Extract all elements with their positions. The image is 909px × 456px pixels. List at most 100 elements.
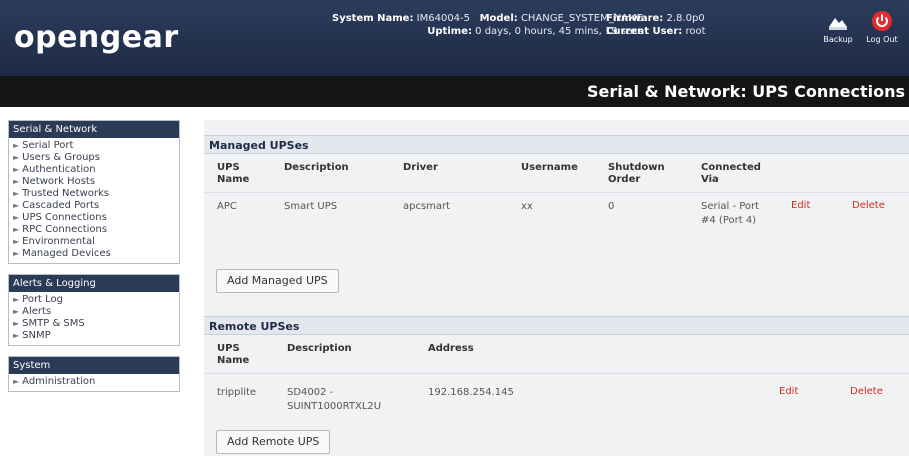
backup-label: Backup	[823, 35, 853, 44]
col-ups-name: UPS Name	[217, 162, 250, 185]
remote-upses-header: Remote UPSes	[204, 316, 909, 335]
sidebar-item-label: Alerts	[22, 306, 52, 317]
model-label: Model:	[479, 13, 518, 24]
nav-section-title: Serial & Network	[9, 121, 179, 138]
opengear-logo[interactable]: opengear	[14, 20, 179, 55]
add-managed-ups-button[interactable]: Add Managed UPS	[216, 269, 339, 293]
driver-cell: apcsmart	[403, 201, 451, 212]
delete-link[interactable]: Delete	[850, 386, 883, 397]
bullet-icon: ►	[13, 177, 20, 186]
bullet-icon: ►	[13, 141, 20, 150]
description-cell: Smart UPS	[284, 201, 338, 212]
sidebar-item-label: Managed Devices	[22, 248, 111, 259]
shutdown-order-cell: 0	[608, 201, 615, 212]
firmware-label: Firmware:	[606, 13, 664, 24]
bullet-icon: ►	[13, 237, 20, 246]
sidebar-item-serial-port[interactable]: ► Serial Port	[13, 140, 175, 152]
bullet-icon: ►	[13, 225, 20, 234]
col-username: Username	[521, 162, 578, 173]
sidebar-item-administration[interactable]: ► Administration	[13, 376, 175, 388]
bullet-icon: ►	[13, 213, 20, 222]
bullet-icon: ►	[13, 153, 20, 162]
bullet-icon: ►	[13, 249, 20, 258]
row-divider	[204, 192, 909, 193]
sidebar-item-label: Network Hosts	[22, 176, 96, 187]
firmware-info: Firmware: 2.8.0p0 Current User: root	[606, 12, 706, 38]
col-ups-name: UPS Name	[217, 343, 250, 366]
sidebar-item-network-hosts[interactable]: ► Network Hosts	[13, 176, 175, 188]
col-connected-via: Connected Via	[701, 162, 761, 185]
uptime-label: Uptime:	[427, 26, 472, 37]
sidebar-item-label: Serial Port	[22, 140, 74, 151]
col-address: Address	[428, 343, 474, 354]
nav-section-title: Alerts & Logging	[9, 275, 179, 292]
address-cell: 192.168.254.145	[428, 387, 514, 398]
current-user-label: Current User:	[606, 26, 683, 37]
sidebar-item-label: Users & Groups	[22, 152, 100, 163]
bullet-icon: ►	[13, 307, 20, 316]
sidebar-item-label: UPS Connections	[22, 212, 107, 223]
backup-button[interactable]: Backup	[818, 10, 858, 44]
sidebar-item-managed-devices[interactable]: ► Managed Devices	[13, 248, 175, 260]
sidebar-item-label: Cascaded Ports	[22, 200, 100, 211]
logout-label: Log Out	[866, 35, 898, 44]
system-info: System Name: IM64004-5 Model: CHANGE_SYS…	[332, 12, 643, 38]
sidebar-item-label: Port Log	[22, 294, 64, 305]
sidebar-item-label: Administration	[22, 376, 96, 387]
bullet-icon: ►	[13, 331, 20, 340]
system-name-label: System Name:	[332, 13, 414, 24]
sidebar-item-snmp[interactable]: ► SNMP	[13, 330, 175, 342]
username-cell: xx	[521, 201, 533, 212]
sidebar-item-label: SNMP	[22, 330, 51, 341]
sidebar-item-users-groups[interactable]: ► Users & Groups	[13, 152, 175, 164]
sidebar-item-alerts[interactable]: ► Alerts	[13, 306, 175, 318]
sidebar-item-label: Trusted Networks	[22, 188, 110, 199]
sidebar-item-rpc-connections[interactable]: ► RPC Connections	[13, 224, 175, 236]
sidebar-item-label: Authentication	[22, 164, 96, 175]
sidebar-item-label: RPC Connections	[22, 224, 108, 235]
nav-section-title: System	[9, 357, 179, 374]
sidebar-item-label: SMTP & SMS	[22, 318, 85, 329]
managed-upses-header: Managed UPSes	[204, 135, 909, 154]
delete-link[interactable]: Delete	[852, 200, 885, 211]
connected-via-cell: Serial - Port #4 (Port 4)	[701, 201, 760, 226]
col-shutdown-order: Shutdown Order	[608, 162, 665, 185]
bullet-icon: ►	[13, 189, 20, 198]
bullet-icon: ►	[13, 165, 20, 174]
current-user-value: root	[685, 26, 706, 37]
add-remote-ups-button[interactable]: Add Remote UPS	[216, 430, 331, 454]
col-description: Description	[284, 162, 349, 173]
system-name-value: IM64004-5	[416, 13, 471, 24]
nav-section-serial-network: Serial & Network ► Serial Port ► Users & G…	[8, 120, 180, 264]
sidebar: Serial & Network ► Serial Port ► Users & G…	[8, 120, 180, 402]
sidebar-item-cascaded-ports[interactable]: ► Cascaded Ports	[13, 200, 175, 212]
power-icon	[871, 10, 893, 32]
col-driver: Driver	[403, 162, 438, 173]
row-divider	[204, 373, 909, 374]
ups-name-cell: APC	[217, 201, 237, 212]
backup-icon	[827, 10, 849, 32]
sidebar-item-trusted-networks[interactable]: ► Trusted Networks	[13, 188, 175, 200]
sidebar-item-environmental[interactable]: ► Environmental	[13, 236, 175, 248]
edit-link[interactable]: Edit	[779, 386, 798, 397]
main-content: Managed UPSes UPS Name Description Drive…	[204, 120, 909, 456]
sidebar-item-smtp-sms[interactable]: ► SMTP & SMS	[13, 318, 175, 330]
title-bar: Serial & Network: UPS Connections	[0, 76, 909, 107]
nav-section-alerts-logging: Alerts & Logging ► Port Log ► Alerts ► SMTP…	[8, 274, 180, 346]
bullet-icon: ►	[13, 377, 20, 386]
top-header: opengear System Name: IM64004-5 Model: C…	[0, 0, 909, 76]
firmware-value: 2.8.0p0	[666, 13, 705, 24]
sidebar-item-authentication[interactable]: ► Authentication	[13, 164, 175, 176]
sidebar-item-label: Environmental	[22, 236, 95, 247]
description-cell: SD4002 - SUINT1000RTXL2U	[287, 387, 382, 412]
sidebar-item-ups-connections[interactable]: ► UPS Connections	[13, 212, 175, 224]
bullet-icon: ►	[13, 319, 20, 328]
ups-name-cell: tripplite	[217, 387, 257, 398]
page-title: Serial & Network: UPS Connections	[587, 82, 905, 101]
sidebar-item-port-log[interactable]: ► Port Log	[13, 294, 175, 306]
nav-section-system: System ► Administration	[8, 356, 180, 392]
edit-link[interactable]: Edit	[791, 200, 810, 211]
bullet-icon: ►	[13, 201, 20, 210]
logout-button[interactable]: Log Out	[862, 10, 902, 44]
col-description: Description	[287, 343, 352, 354]
